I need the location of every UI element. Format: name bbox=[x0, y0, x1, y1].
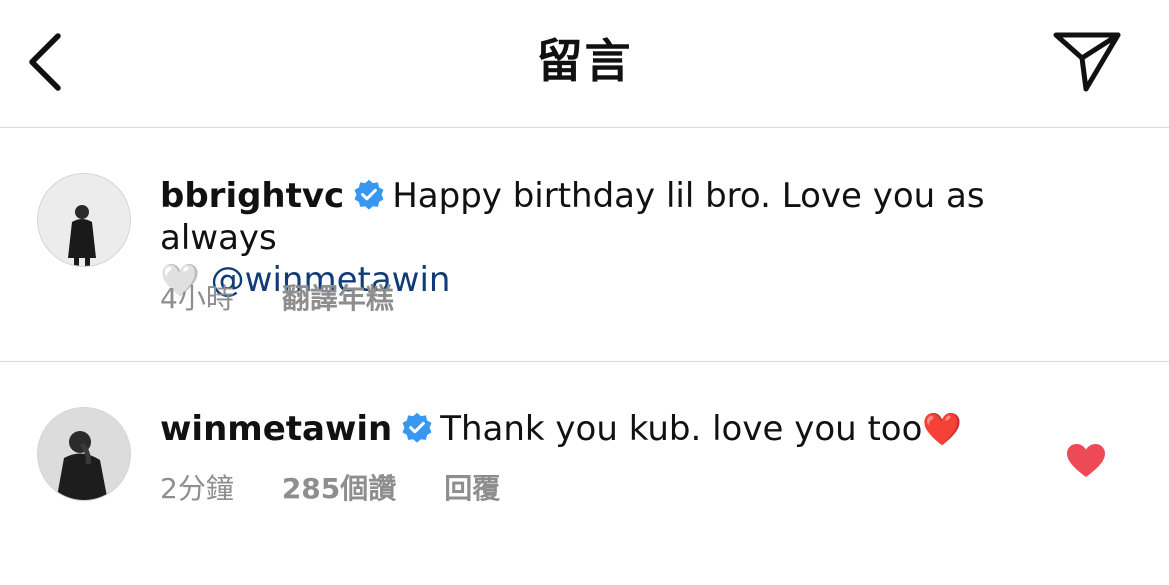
reply-button[interactable]: 回覆 bbox=[444, 472, 500, 505]
verified-badge-icon bbox=[354, 179, 384, 210]
person-avatar-icon bbox=[38, 174, 130, 266]
header-bar: 留言 bbox=[0, 0, 1169, 128]
person-avatar-icon bbox=[38, 408, 130, 500]
avatar[interactable] bbox=[37, 407, 131, 501]
comment-meta: 4小時 翻譯年糕 bbox=[160, 281, 442, 317]
comment-body: Thank you kub. love you too bbox=[440, 409, 923, 449]
comment-username[interactable]: winmetawin bbox=[160, 409, 392, 449]
likes-count[interactable]: 285個讚 bbox=[282, 472, 396, 505]
share-button[interactable] bbox=[1048, 30, 1126, 96]
verified-badge-icon bbox=[402, 412, 432, 443]
comment-text: winmetawin Thank you kub. love you too❤️ bbox=[160, 408, 1099, 450]
comment-item: winmetawin Thank you kub. love you too❤️… bbox=[0, 363, 1169, 553]
comment-item: bbrightvc Happy birthday lil bro. Love y… bbox=[0, 129, 1169, 362]
translate-button[interactable]: 翻譯年糕 bbox=[282, 282, 394, 315]
comment-username[interactable]: bbrightvc bbox=[160, 176, 344, 216]
like-button[interactable] bbox=[1066, 443, 1106, 479]
red-heart-emoji: ❤️ bbox=[922, 410, 963, 448]
avatar[interactable] bbox=[37, 173, 131, 267]
comment-time: 2分鐘 bbox=[160, 472, 234, 505]
heart-filled-icon bbox=[1067, 444, 1105, 477]
comment-time: 4小時 bbox=[160, 282, 234, 315]
page-title: 留言 bbox=[536, 34, 633, 88]
comment-meta: 2分鐘 285個讚 回覆 bbox=[160, 471, 548, 507]
send-icon bbox=[1053, 32, 1121, 92]
